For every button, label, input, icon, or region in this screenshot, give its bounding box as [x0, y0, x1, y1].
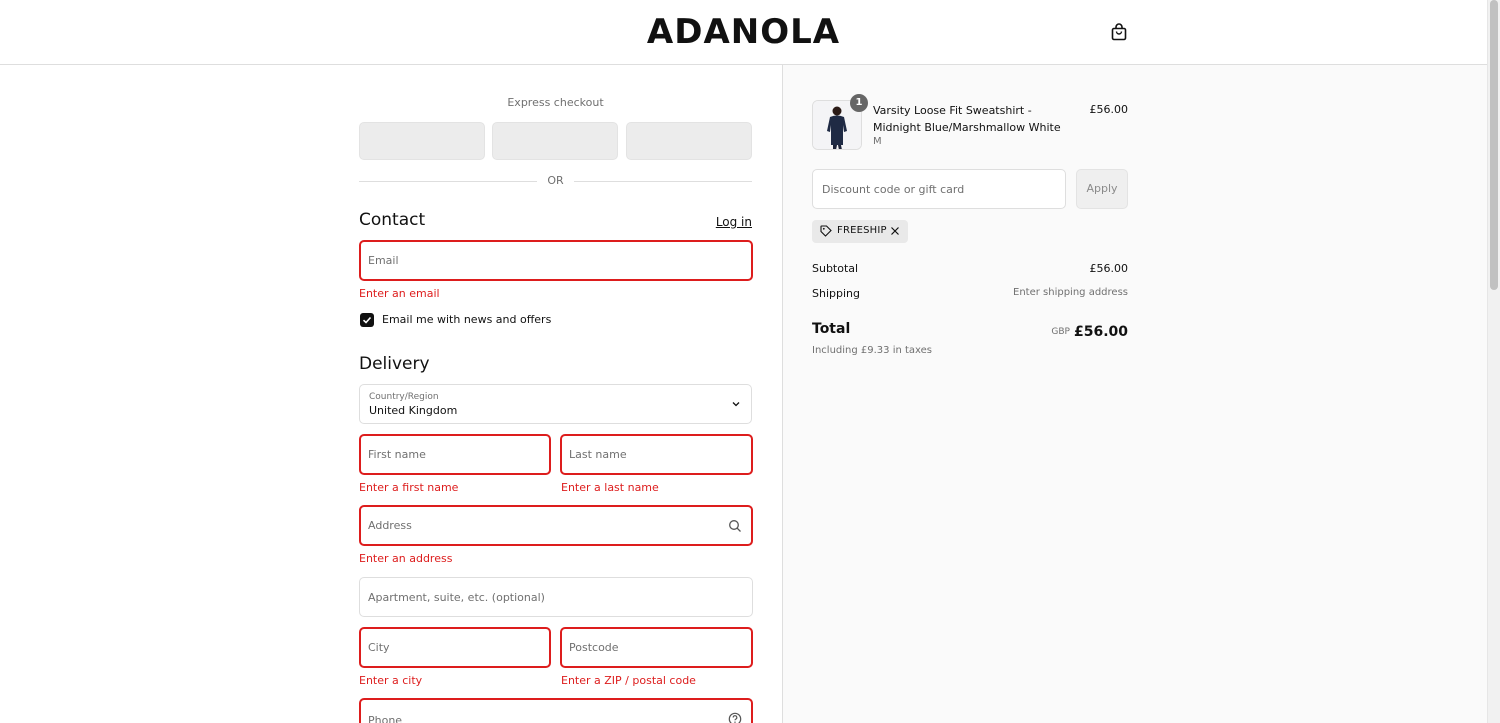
or-divider: OR [359, 173, 752, 189]
country-select[interactable]: Country/Region United Kingdom [359, 384, 752, 424]
shipping-label: Shipping [812, 287, 860, 300]
last-name-field [560, 434, 753, 475]
product-name: Varsity Loose Fit Sweatshirt - Midnight … [873, 104, 1061, 134]
postcode-input[interactable] [569, 629, 718, 666]
city-error: Enter a city [359, 674, 423, 687]
contact-title: Contact [359, 210, 426, 230]
express-pay-button-3[interactable] [626, 122, 752, 160]
discount-field [812, 169, 1066, 209]
discount-code-text: FREESHIP [837, 225, 887, 236]
close-icon[interactable] [890, 226, 900, 236]
product-price: £56.00 [1089, 103, 1129, 116]
subtotal-value: £56.00 [1089, 262, 1129, 275]
login-link[interactable]: Log in [710, 215, 752, 229]
shopping-bag-icon[interactable] [1109, 22, 1129, 42]
city-input[interactable] [368, 629, 516, 666]
or-text: OR [547, 174, 564, 187]
product-variant: M [873, 136, 882, 147]
checkmark-icon [362, 316, 372, 324]
city-field [359, 627, 551, 668]
delivery-title: Delivery [359, 354, 430, 374]
quantity-badge: 1 [850, 94, 868, 112]
address-error: Enter an address [359, 552, 453, 565]
total-label: Total [812, 321, 851, 337]
search-icon[interactable] [728, 519, 742, 533]
total-amount: £56.00 [1073, 324, 1128, 340]
address-input[interactable] [368, 507, 718, 544]
country-value: United Kingdom [369, 404, 458, 417]
apartment-input[interactable] [368, 578, 720, 616]
email-field [359, 240, 753, 281]
first-name-field [359, 434, 551, 475]
newsletter-checkbox[interactable] [360, 313, 374, 327]
last-name-error: Enter a last name [561, 481, 659, 494]
tag-icon [820, 225, 832, 237]
express-pay-button-1[interactable] [359, 122, 485, 160]
shipping-value: Enter shipping address [1013, 287, 1128, 298]
country-label: Country/Region [369, 392, 439, 402]
postcode-error: Enter a ZIP / postal code [561, 674, 696, 687]
phone-input[interactable] [368, 700, 718, 723]
subtotal-label: Subtotal [812, 262, 859, 275]
brand-logo[interactable]: ADANOLA [0, 12, 1487, 52]
phone-field [359, 698, 753, 723]
express-checkout-title: Express checkout [507, 96, 604, 109]
email-input[interactable] [368, 242, 718, 279]
apply-button[interactable]: Apply [1076, 169, 1128, 209]
order-summary-panel [782, 65, 1487, 723]
email-error: Enter an email [359, 287, 440, 300]
newsletter-label[interactable]: Email me with news and offers [382, 313, 551, 326]
express-pay-button-2[interactable] [492, 122, 618, 160]
first-name-error: Enter a first name [359, 481, 459, 494]
scrollbar-thumb[interactable] [1490, 0, 1498, 290]
first-name-input[interactable] [368, 436, 516, 473]
address-field [359, 505, 753, 546]
chevron-down-icon [732, 402, 740, 407]
help-circle-icon[interactable] [728, 712, 742, 723]
currency-code: GBP [1051, 327, 1070, 337]
page-scrollbar[interactable] [1487, 0, 1500, 723]
apartment-field [359, 577, 753, 617]
applied-discount-tag: FREESHIP [812, 220, 908, 243]
postcode-field [560, 627, 753, 668]
last-name-input[interactable] [569, 436, 718, 473]
site-header: ADANOLA [0, 0, 1487, 65]
discount-input[interactable] [822, 170, 1052, 208]
tax-note: Including £9.33 in taxes [812, 345, 933, 356]
total-value-row: GBP £56.00 [928, 321, 1128, 340]
